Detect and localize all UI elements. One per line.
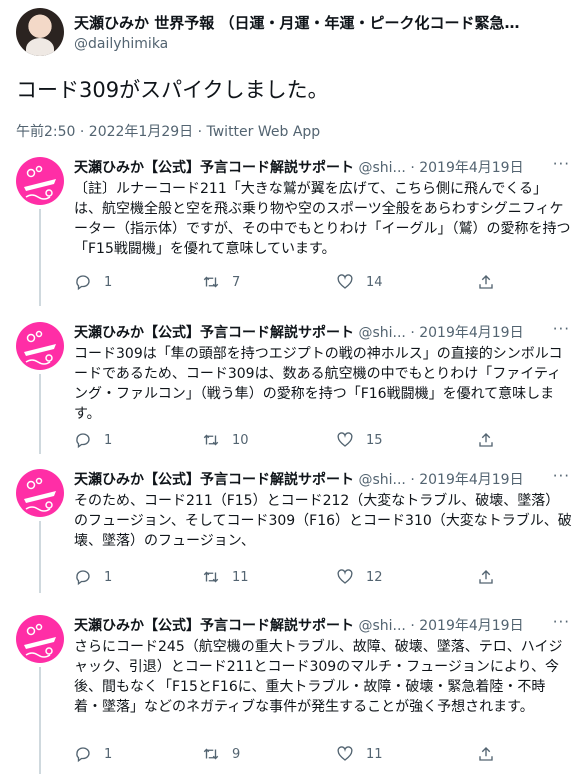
reply-header: 天瀬ひみか【公式】予言コード解説サポート @shi... · 2019年4月19… (74, 322, 554, 342)
reply-author-name[interactable]: 天瀬ひみか【公式】予言コード解説サポート (74, 618, 354, 634)
reply-text: さらにコード245（航空機の重大トラブル、故障、破壊、墜落、テロ、ハイジャック、… (74, 639, 563, 715)
reply-header: 天瀬ひみか【公式】予言コード解説サポート @shi... · 2019年4月19… (74, 157, 554, 177)
reply-button[interactable]: 1 (74, 744, 112, 764)
action-bar: 1 7 14 (74, 272, 564, 292)
retweet-button[interactable]: 9 (202, 744, 240, 764)
reply-author-handle[interactable]: @shi... (358, 325, 405, 341)
more-icon[interactable]: ··· (553, 467, 570, 485)
reply-icon (76, 275, 90, 291)
avatar[interactable] (16, 157, 64, 205)
reply-button[interactable]: 1 (74, 272, 112, 292)
reply-author-handle[interactable]: @shi... (358, 160, 405, 176)
more-icon[interactable]: ··· (553, 320, 570, 338)
share-icon (479, 275, 493, 289)
reply-text: そのため、コード211（F15）とコード212（大変なトラブル、破壊、墜落）のフ… (74, 493, 572, 549)
separator: · (410, 618, 415, 634)
heart-icon (337, 746, 353, 761)
retweet-button[interactable]: 7 (202, 272, 240, 292)
reply-date[interactable]: 2019年4月19日 (419, 160, 523, 176)
reply-author-handle[interactable]: @shi... (358, 472, 405, 488)
avatar[interactable] (16, 469, 64, 517)
reply-tweet[interactable]: 天瀬ひみか【公式】予言コード解説サポート @shi... · 2019年4月19… (0, 318, 588, 454)
thread-line (39, 374, 41, 454)
reply-tweet[interactable]: 天瀬ひみか【公式】予言コード解説サポート @shi... · 2019年4月19… (0, 153, 588, 306)
reply-button[interactable]: 1 (74, 430, 112, 450)
more-icon[interactable]: ··· (553, 155, 570, 173)
action-bar: 1 11 12 (74, 567, 564, 587)
main-tweet: 天瀬ひみか 世界予報 （日運・月運・年運・ピーク化コード緊急警… @dailyh… (0, 0, 588, 145)
author-name[interactable]: 天瀬ひみか 世界予報 （日運・月運・年運・ピーク化コード緊急警… (74, 12, 534, 33)
retweet-icon (203, 748, 219, 760)
like-count: 14 (366, 274, 383, 290)
reply-count: 1 (104, 569, 113, 585)
retweet-count: 9 (232, 746, 241, 762)
share-icon (479, 570, 493, 584)
like-count: 11 (366, 746, 383, 762)
avatar[interactable] (16, 8, 64, 56)
reply-tweet[interactable]: 天瀬ひみか【公式】予言コード解説サポート @shi... · 2019年4月19… (0, 465, 588, 593)
reply-count: 1 (104, 432, 113, 448)
reply-date[interactable]: 2019年4月19日 (419, 618, 523, 634)
like-button[interactable]: 11 (336, 744, 383, 764)
like-button[interactable]: 15 (336, 430, 383, 450)
reply-header: 天瀬ひみか【公式】予言コード解説サポート @shi... · 2019年4月19… (74, 469, 554, 489)
retweet-button[interactable]: 11 (202, 567, 249, 587)
avatar[interactable] (16, 322, 64, 370)
heart-icon (337, 274, 353, 289)
thread-line (39, 667, 41, 774)
heart-icon (337, 569, 353, 584)
heart-icon (337, 432, 353, 447)
more-icon[interactable]: ··· (553, 613, 570, 631)
separator: · (410, 160, 415, 176)
retweet-count: 7 (232, 274, 241, 290)
reply-header: 天瀬ひみか【公式】予言コード解説サポート @shi... · 2019年4月19… (74, 615, 554, 635)
like-count: 12 (366, 569, 383, 585)
reply-date[interactable]: 2019年4月19日 (419, 472, 523, 488)
tweet-text: コード309がスパイクしました。 (16, 78, 329, 102)
reply-author-name[interactable]: 天瀬ひみか【公式】予言コード解説サポート (74, 472, 354, 488)
retweet-icon (203, 276, 219, 288)
share-button[interactable] (477, 272, 495, 292)
retweet-icon (203, 434, 219, 446)
action-bar: 1 9 11 (74, 744, 564, 764)
author-handle[interactable]: @dailyhimika (74, 36, 168, 52)
reply-date[interactable]: 2019年4月19日 (419, 325, 523, 341)
reply-count: 1 (104, 274, 113, 290)
like-count: 15 (366, 432, 383, 448)
reply-text: コード309は「隼の頭部を持つエジプトの戦の神ホルス」の直接的シンボルコードであ… (74, 346, 563, 422)
separator: · (410, 325, 415, 341)
reply-text: 〔註〕ルナーコード211「大きな鷲が翼を広げて、こちら側に飛んでくる」は、航空機… (74, 181, 571, 257)
reply-tweet[interactable]: 天瀬ひみか【公式】予言コード解説サポート @shi... · 2019年4月19… (0, 611, 588, 774)
reply-author-name[interactable]: 天瀬ひみか【公式】予言コード解説サポート (74, 325, 354, 341)
share-icon (479, 433, 493, 447)
reply-icon (76, 747, 90, 763)
retweet-icon (203, 571, 219, 583)
tweet-meta[interactable]: 午前2:50 · 2022年1月29日 · Twitter Web App (16, 121, 320, 141)
like-button[interactable]: 14 (336, 272, 383, 292)
thread-line (39, 521, 41, 593)
reply-count: 1 (104, 746, 113, 762)
reply-icon (76, 570, 90, 586)
thread-line (39, 209, 41, 306)
separator: · (410, 472, 415, 488)
reply-button[interactable]: 1 (74, 567, 112, 587)
share-button[interactable] (477, 430, 495, 450)
retweet-count: 10 (232, 432, 249, 448)
action-bar: 1 10 15 (74, 430, 564, 450)
share-button[interactable] (477, 744, 495, 764)
share-icon (479, 747, 493, 761)
reply-icon (76, 433, 90, 449)
reply-author-name[interactable]: 天瀬ひみか【公式】予言コード解説サポート (74, 160, 354, 176)
like-button[interactable]: 12 (336, 567, 383, 587)
reply-author-handle[interactable]: @shi... (358, 618, 405, 634)
share-button[interactable] (477, 567, 495, 587)
retweet-button[interactable]: 10 (202, 430, 249, 450)
avatar[interactable] (16, 615, 64, 663)
retweet-count: 11 (232, 569, 249, 585)
